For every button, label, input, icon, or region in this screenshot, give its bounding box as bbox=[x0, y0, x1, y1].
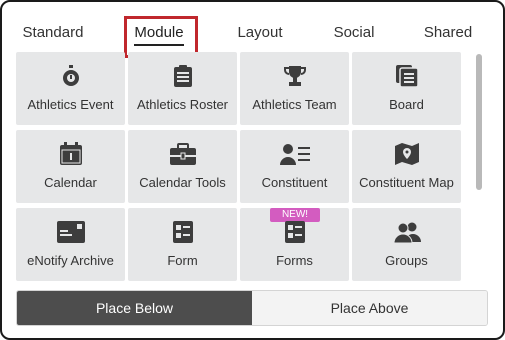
tile-board[interactable]: Board bbox=[352, 52, 461, 125]
toolbox-icon bbox=[128, 141, 237, 167]
clipboard-icon bbox=[128, 63, 237, 89]
tile-form[interactable]: Form bbox=[128, 208, 237, 281]
tile-constituent[interactable]: Constituent bbox=[240, 130, 349, 203]
enotify-icon bbox=[16, 219, 125, 245]
tile-label: eNotify Archive bbox=[27, 253, 114, 268]
tile-label: Calendar bbox=[44, 175, 97, 190]
tile-label: Athletics Team bbox=[252, 97, 337, 112]
stopwatch-icon bbox=[16, 63, 125, 89]
calendar-icon bbox=[16, 141, 125, 167]
tile-enotify-archive[interactable]: eNotify Archive bbox=[16, 208, 125, 281]
person-list-icon bbox=[240, 141, 349, 167]
tile-label: Athletics Roster bbox=[136, 97, 229, 112]
map-pin-icon bbox=[352, 141, 461, 167]
scroll-thumb[interactable] bbox=[476, 54, 482, 190]
module-picker-panel: Standard Module Layout Social Shared Ath… bbox=[0, 0, 505, 340]
tile-calendar[interactable]: Calendar bbox=[16, 130, 125, 203]
tile-calendar-tools[interactable]: Calendar Tools bbox=[128, 130, 237, 203]
tab-module[interactable]: Module bbox=[126, 14, 192, 54]
tile-label: Groups bbox=[385, 253, 428, 268]
tab-layout[interactable]: Layout bbox=[228, 14, 292, 54]
tile-athletics-roster[interactable]: Athletics Roster bbox=[128, 52, 237, 125]
tab-shared[interactable]: Shared bbox=[416, 14, 480, 54]
tab-social[interactable]: Social bbox=[326, 14, 382, 54]
place-below-button[interactable]: Place Below bbox=[17, 291, 252, 325]
groups-icon bbox=[352, 219, 461, 245]
placement-button-group: Place Below Place Above bbox=[16, 290, 488, 326]
trophy-icon bbox=[240, 63, 349, 89]
tile-forms[interactable]: NEW! Forms bbox=[240, 208, 349, 281]
place-above-button[interactable]: Place Above bbox=[252, 291, 487, 325]
form-icon bbox=[128, 219, 237, 245]
tile-label: Constituent bbox=[261, 175, 328, 190]
tab-module-label: Module bbox=[134, 24, 184, 46]
board-icon bbox=[352, 63, 461, 89]
tab-standard[interactable]: Standard bbox=[10, 14, 96, 54]
tile-groups[interactable]: Groups bbox=[352, 208, 461, 281]
tile-label: Calendar Tools bbox=[139, 175, 226, 190]
tile-athletics-event[interactable]: Athletics Event bbox=[16, 52, 125, 125]
tile-label: Board bbox=[389, 97, 424, 112]
tile-constituent-map[interactable]: Constituent Map bbox=[352, 130, 461, 203]
grid-scrollbar[interactable] bbox=[472, 52, 486, 284]
tile-label: Athletics Event bbox=[27, 97, 114, 112]
tile-athletics-team[interactable]: Athletics Team bbox=[240, 52, 349, 125]
tile-label: Forms bbox=[276, 253, 313, 268]
tile-label: Form bbox=[167, 253, 198, 268]
module-grid: Athletics Event Athletics Roster Athleti… bbox=[16, 52, 463, 284]
tab-bar: Standard Module Layout Social Shared bbox=[2, 14, 503, 54]
tile-label: Constituent Map bbox=[359, 175, 454, 190]
forms-icon bbox=[240, 219, 349, 245]
